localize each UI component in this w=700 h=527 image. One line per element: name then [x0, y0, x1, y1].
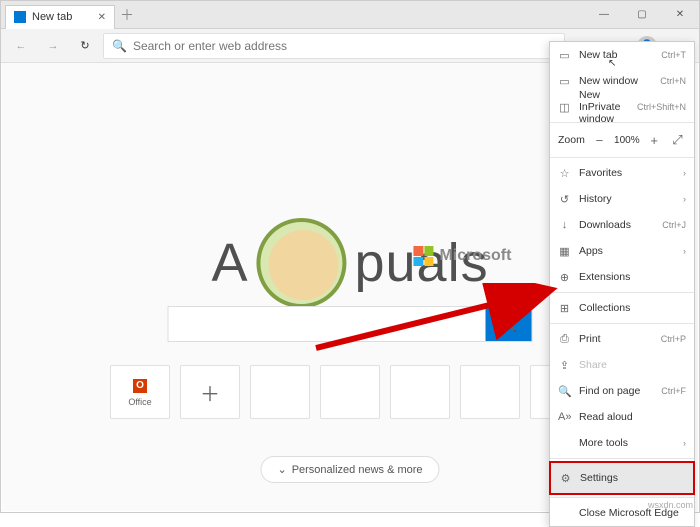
- chevron-right-icon: ›: [683, 438, 686, 448]
- collections-icon: ⊞: [558, 302, 571, 315]
- tile-label: Office: [128, 397, 151, 407]
- address-input[interactable]: [133, 39, 556, 53]
- separator: [550, 497, 694, 498]
- close-window-button[interactable]: ✕: [661, 1, 699, 29]
- close-icon[interactable]: ✕: [98, 12, 106, 23]
- menu-history[interactable]: ↺ History ›: [550, 186, 694, 212]
- menu-zoom: Zoom − 100% + ⤢: [550, 125, 694, 155]
- minimize-button[interactable]: —: [585, 1, 623, 29]
- tile-empty[interactable]: [390, 365, 450, 419]
- separator: [550, 292, 694, 293]
- forward-button: →: [39, 32, 67, 60]
- print-icon: ⎙: [558, 333, 571, 346]
- browser-tab[interactable]: New tab ✕: [5, 5, 115, 29]
- menu-new-tab[interactable]: ▭ New tab Ctrl+T: [550, 42, 694, 68]
- menu-collections[interactable]: ⊞ Collections: [550, 295, 694, 321]
- menu-extensions[interactable]: ⊕ Extensions: [550, 264, 694, 290]
- titlebar: New tab ✕ ＋ — ▢ ✕: [1, 1, 699, 29]
- separator: [550, 323, 694, 324]
- tile-empty[interactable]: [320, 365, 380, 419]
- settings-highlight: ⚙ Settings ↖: [549, 461, 695, 495]
- add-tab-button[interactable]: ＋: [115, 5, 139, 25]
- separator: [550, 157, 694, 158]
- personalized-news-button[interactable]: ⌄ Personalized news & more: [260, 456, 439, 483]
- tile-add[interactable]: ＋: [180, 365, 240, 419]
- download-icon: ↓: [558, 219, 571, 231]
- find-icon: 🔍: [558, 385, 571, 398]
- page-icon: [14, 11, 26, 23]
- cartoon-face-icon: [256, 218, 346, 308]
- ntp-search-button[interactable]: 🔍: [486, 307, 532, 341]
- zoom-in-button[interactable]: +: [646, 133, 663, 148]
- tab-icon: ▭: [558, 49, 571, 62]
- ntp-search-input[interactable]: [169, 307, 486, 341]
- search-icon: 🔍: [112, 39, 127, 53]
- share-icon: ⇪: [558, 359, 571, 372]
- menu-more-tools[interactable]: More tools ›: [550, 430, 694, 456]
- chevron-down-icon: ⌄: [277, 463, 286, 476]
- inprivate-icon: ◫: [558, 101, 571, 114]
- window-icon: ▭: [558, 75, 571, 88]
- tab-title: New tab: [32, 11, 72, 23]
- tile-empty[interactable]: [460, 365, 520, 419]
- chevron-right-icon: ›: [683, 194, 686, 204]
- refresh-button[interactable]: ↻: [71, 32, 99, 60]
- separator: [550, 458, 694, 459]
- history-icon: ↺: [558, 193, 571, 206]
- tile-empty[interactable]: [250, 365, 310, 419]
- news-label: Personalized news & more: [292, 464, 423, 476]
- back-button[interactable]: ←: [7, 32, 35, 60]
- maximize-button[interactable]: ▢: [623, 1, 661, 29]
- watermark: A puals Microsoft: [211, 218, 488, 308]
- star-icon: ☆: [558, 167, 571, 180]
- credit-text: wsxdn.com: [648, 500, 693, 510]
- apps-icon: ▦: [558, 245, 571, 258]
- office-icon: O: [133, 379, 147, 393]
- fullscreen-button[interactable]: ⤢: [669, 132, 686, 148]
- menu-print[interactable]: ⎙ Print Ctrl+P: [550, 326, 694, 352]
- top-sites: O Office ＋: [110, 365, 590, 419]
- menu-settings[interactable]: ⚙ Settings ↖: [551, 463, 693, 493]
- watermark-text: A: [211, 232, 248, 294]
- chevron-right-icon: ›: [683, 246, 686, 256]
- menu-share: ⇪ Share: [550, 352, 694, 378]
- ntp-search: 🔍: [168, 306, 533, 342]
- overflow-menu: ▭ New tab Ctrl+T ▭ New window Ctrl+N ◫ N…: [549, 41, 695, 527]
- read-aloud-icon: A»: [558, 411, 571, 423]
- gear-icon: ⚙: [559, 472, 572, 485]
- menu-favorites[interactable]: ☆ Favorites ›: [550, 160, 694, 186]
- zoom-label: Zoom: [558, 134, 585, 146]
- extensions-icon: ⊕: [558, 271, 571, 284]
- microsoft-logo-icon: [413, 246, 433, 266]
- menu-apps[interactable]: ▦ Apps ›: [550, 238, 694, 264]
- zoom-value: 100%: [614, 135, 640, 146]
- zoom-out-button[interactable]: −: [591, 133, 608, 148]
- chevron-right-icon: ›: [683, 168, 686, 178]
- search-icon: 🔍: [500, 316, 517, 333]
- cursor-icon: ↖: [608, 58, 616, 69]
- address-bar[interactable]: 🔍: [103, 33, 565, 59]
- menu-find[interactable]: 🔍 Find on page Ctrl+F: [550, 378, 694, 404]
- tile-office[interactable]: O Office: [110, 365, 170, 419]
- menu-downloads[interactable]: ↓ Downloads Ctrl+J: [550, 212, 694, 238]
- menu-new-inprivate[interactable]: ◫ New InPrivate window Ctrl+Shift+N: [550, 94, 694, 120]
- menu-read-aloud[interactable]: A» Read aloud: [550, 404, 694, 430]
- microsoft-brand: Microsoft: [439, 247, 511, 265]
- plus-icon: ＋: [202, 384, 218, 400]
